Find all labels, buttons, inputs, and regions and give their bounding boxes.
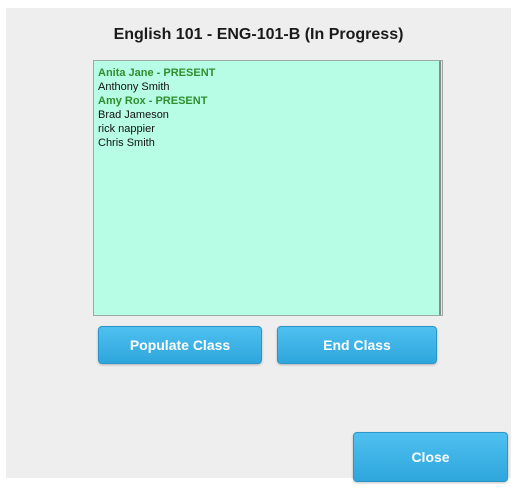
list-item-student[interactable]: Anita Jane - PRESENT bbox=[98, 66, 438, 80]
list-item-student[interactable]: Chris Smith bbox=[98, 136, 438, 150]
student-list[interactable]: Anita Jane - PRESENT Anthony Smith Amy R… bbox=[93, 60, 443, 316]
close-button[interactable]: Close bbox=[353, 432, 508, 482]
list-item-student[interactable]: Amy Rox - PRESENT bbox=[98, 94, 438, 108]
list-item-student[interactable]: Brad Jameson bbox=[98, 108, 438, 122]
populate-class-button[interactable]: Populate Class bbox=[98, 326, 262, 364]
dialog-title: English 101 - ENG-101-B (In Progress) bbox=[113, 26, 404, 43]
class-dialog: English 101 - ENG-101-B (In Progress) An… bbox=[6, 8, 511, 482]
list-item-student[interactable]: Anthony Smith bbox=[98, 80, 438, 94]
end-class-button[interactable]: End Class bbox=[277, 326, 437, 364]
list-item-student[interactable]: rick nappier bbox=[98, 122, 438, 136]
